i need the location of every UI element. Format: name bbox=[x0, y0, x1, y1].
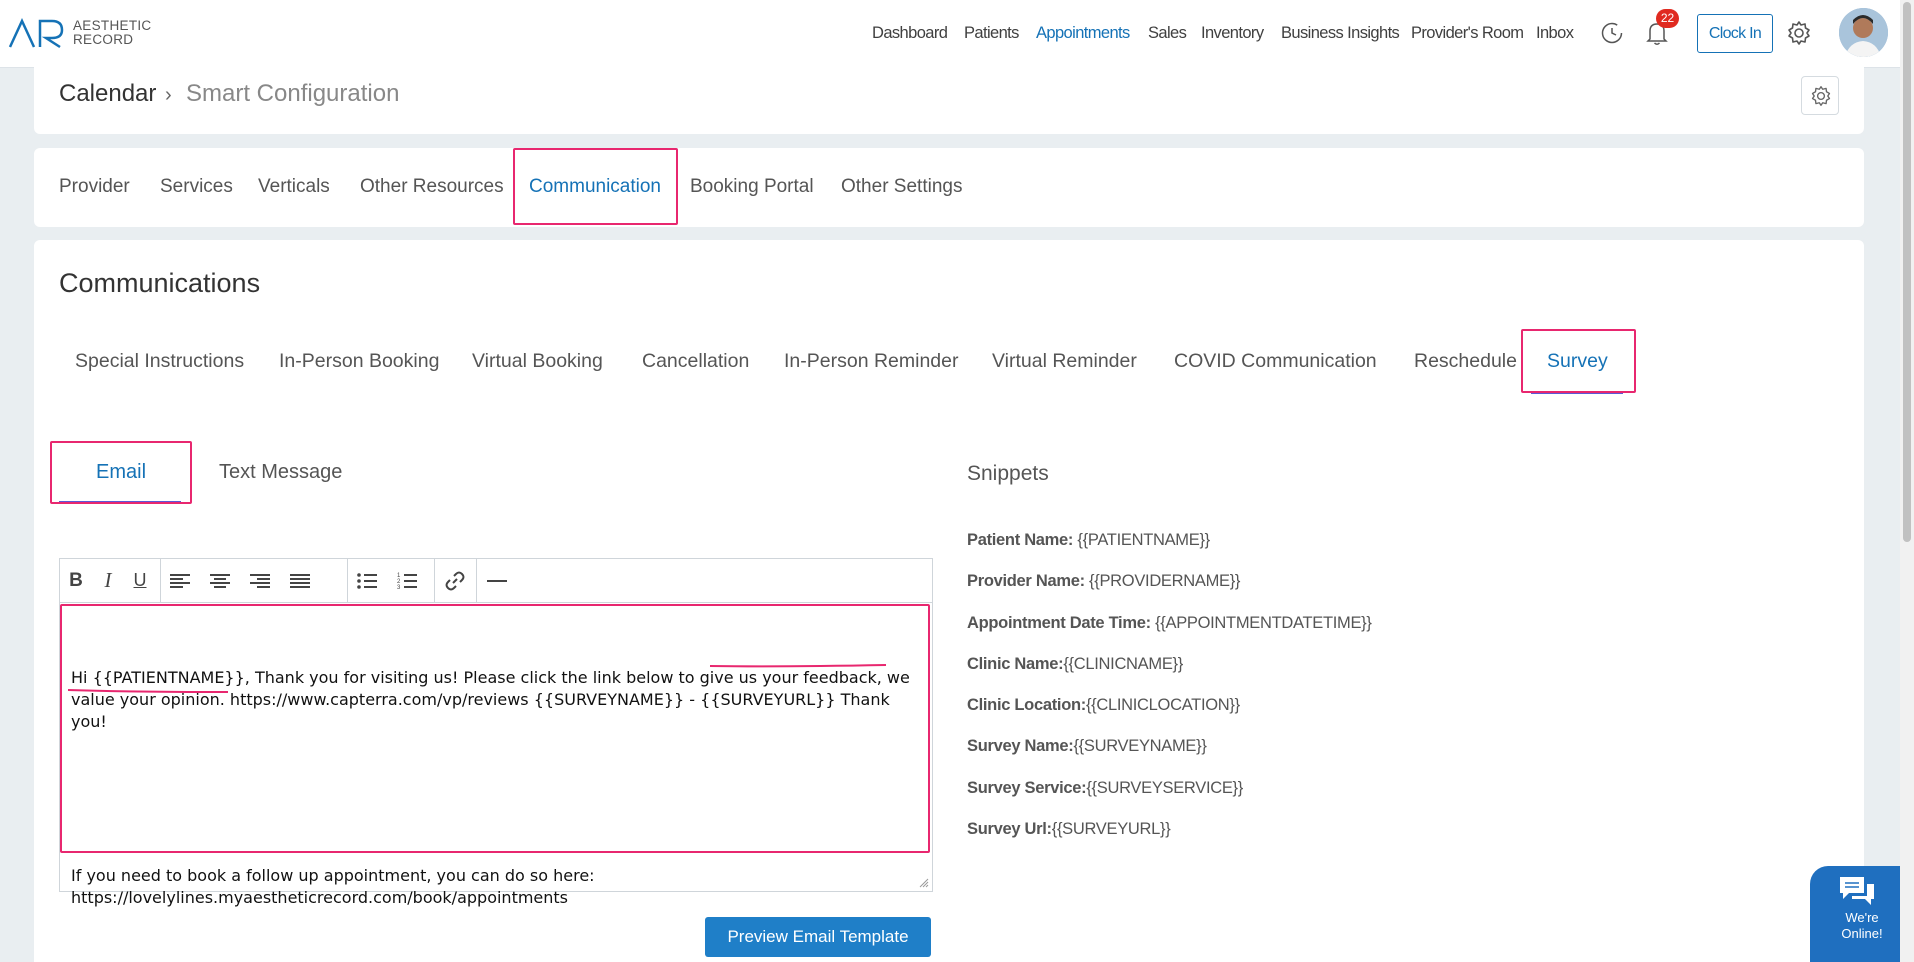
editor-toolbar: B I U 123 bbox=[60, 559, 932, 603]
svg-text:3: 3 bbox=[397, 585, 401, 590]
chat-status-line-1: We're bbox=[1845, 910, 1879, 925]
snippets-title: Snippets bbox=[967, 462, 1049, 485]
nav-business-insights[interactable]: Business Insights bbox=[1281, 24, 1400, 43]
snippet-appointment-date-time[interactable]: Appointment Date Time: {{APPOINTMENTDATE… bbox=[967, 614, 1372, 633]
brand-line-1: AESTHETIC bbox=[73, 18, 152, 33]
nav-appointments[interactable]: Appointments bbox=[1036, 24, 1130, 43]
page-title: Smart Configuration bbox=[186, 80, 400, 107]
highlight-email-tab bbox=[50, 441, 192, 504]
tab-virtual-reminder[interactable]: Virtual Reminder bbox=[992, 350, 1137, 373]
bullet-list-icon bbox=[357, 572, 377, 589]
logo-icon[interactable] bbox=[8, 17, 66, 49]
notification-badge: 22 bbox=[1656, 9, 1679, 28]
breadcrumb-separator: › bbox=[165, 84, 172, 106]
chat-icon bbox=[1840, 877, 1874, 905]
numbered-list-button[interactable]: 123 bbox=[387, 559, 427, 602]
align-center-button[interactable] bbox=[200, 559, 240, 602]
bold-button[interactable]: B bbox=[60, 559, 92, 602]
align-right-icon bbox=[250, 573, 270, 588]
tab-booking-portal[interactable]: Booking Portal bbox=[690, 176, 814, 198]
gear-icon[interactable] bbox=[1786, 20, 1812, 46]
snippet-clinic-location[interactable]: Clinic Location:{{CLINICLOCATION}} bbox=[967, 696, 1240, 715]
tab-special-instructions[interactable]: Special Instructions bbox=[75, 350, 244, 373]
justify-button[interactable] bbox=[280, 559, 320, 602]
tab-cancellation[interactable]: Cancellation bbox=[642, 350, 749, 373]
nav-sales[interactable]: Sales bbox=[1148, 24, 1187, 43]
tab-provider[interactable]: Provider bbox=[59, 176, 130, 198]
email-body-paragraph-2: If you need to book a follow up appointm… bbox=[71, 866, 600, 907]
tab-covid-communication[interactable]: COVID Communication bbox=[1174, 350, 1377, 373]
chat-status-line-2: Online! bbox=[1841, 926, 1883, 941]
snippet-patient-name[interactable]: Patient Name: {{PATIENTNAME}} bbox=[967, 531, 1210, 550]
justify-icon bbox=[290, 573, 310, 588]
bullet-list-button[interactable] bbox=[347, 559, 387, 602]
section-title: Communications bbox=[59, 268, 261, 298]
tab-services[interactable]: Services bbox=[160, 176, 233, 198]
italic-button[interactable]: I bbox=[92, 559, 124, 602]
link-button[interactable] bbox=[434, 559, 476, 602]
align-left-icon bbox=[170, 573, 190, 588]
nav-providers-room[interactable]: Provider's Room bbox=[1411, 24, 1524, 43]
breadcrumb-root[interactable]: Calendar bbox=[59, 80, 156, 108]
clock-in-button[interactable]: Clock In bbox=[1697, 14, 1773, 53]
tab-virtual-booking[interactable]: Virtual Booking bbox=[472, 350, 603, 373]
underline-annotations bbox=[67, 664, 887, 693]
settings-button[interactable] bbox=[1801, 76, 1839, 115]
tab-other-resources[interactable]: Other Resources bbox=[360, 176, 504, 198]
bold-icon: B bbox=[69, 569, 83, 591]
brand-name: AESTHETIC RECORD bbox=[73, 19, 151, 47]
underline-button[interactable]: U bbox=[124, 559, 156, 602]
italic-icon: I bbox=[104, 568, 112, 592]
align-right-button[interactable] bbox=[240, 559, 280, 602]
tab-text-message[interactable]: Text Message bbox=[219, 461, 342, 484]
align-left-button[interactable] bbox=[160, 559, 200, 602]
tab-other-settings[interactable]: Other Settings bbox=[841, 176, 962, 198]
brand-line-2: RECORD bbox=[73, 32, 134, 47]
horizontal-rule-icon bbox=[487, 579, 507, 582]
horizontal-rule-button[interactable] bbox=[476, 559, 518, 602]
tab-in-person-reminder[interactable]: In-Person Reminder bbox=[784, 350, 959, 373]
tab-in-person-booking[interactable]: In-Person Booking bbox=[279, 350, 439, 373]
tab-verticals[interactable]: Verticals bbox=[258, 176, 330, 198]
highlight-email-body bbox=[60, 604, 930, 853]
link-icon bbox=[445, 571, 465, 590]
align-center-icon bbox=[210, 573, 230, 588]
nav-inventory[interactable]: Inventory bbox=[1201, 24, 1264, 43]
avatar[interactable] bbox=[1839, 8, 1888, 57]
snippet-survey-name[interactable]: Survey Name:{{SURVEYNAME}} bbox=[967, 737, 1207, 756]
nav-patients[interactable]: Patients bbox=[964, 24, 1019, 43]
chat-widget[interactable]: We're Online! bbox=[1810, 866, 1914, 962]
underline-icon: U bbox=[133, 570, 147, 590]
snippet-survey-url[interactable]: Survey Url:{{SURVEYURL}} bbox=[967, 820, 1171, 839]
resize-handle-icon[interactable] bbox=[919, 878, 929, 888]
gear-icon bbox=[1811, 86, 1831, 106]
nav-inbox[interactable]: Inbox bbox=[1536, 24, 1574, 43]
tab-reschedule[interactable]: Reschedule bbox=[1414, 350, 1517, 373]
history-icon[interactable] bbox=[1600, 21, 1624, 45]
highlight-survey-tab bbox=[1521, 329, 1636, 393]
snippet-provider-name[interactable]: Provider Name: {{PROVIDERNAME}} bbox=[967, 572, 1240, 591]
highlight-communication-tab bbox=[513, 148, 678, 225]
preview-email-template-button[interactable]: Preview Email Template bbox=[705, 917, 931, 957]
chat-status: We're Online! bbox=[1810, 910, 1914, 942]
snippet-clinic-name[interactable]: Clinic Name:{{CLINICNAME}} bbox=[967, 655, 1183, 674]
numbered-list-icon: 123 bbox=[397, 573, 417, 590]
snippet-survey-service[interactable]: Survey Service:{{SURVEYSERVICE}} bbox=[967, 779, 1243, 798]
nav-dashboard[interactable]: Dashboard bbox=[872, 24, 948, 43]
scrollbar-thumb[interactable] bbox=[1903, 2, 1911, 542]
